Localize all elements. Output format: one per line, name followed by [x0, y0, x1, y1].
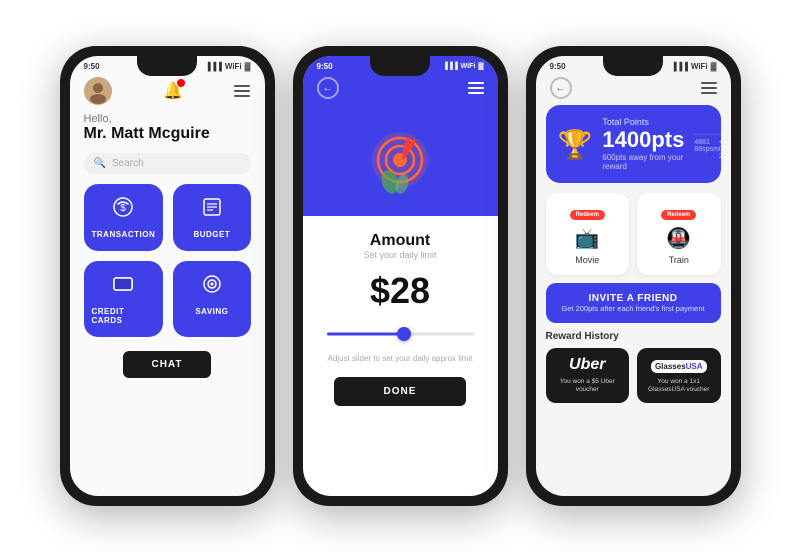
phone-3-header: ←: [536, 73, 731, 105]
transaction-label: TRANSACTION: [92, 230, 156, 239]
slider-hint: Adjust slider to set your daily approx l…: [317, 354, 484, 363]
phone-3-screen: 9:50 ▐▐▐ WiFi ▓ ← 🏆 Total Points: [536, 56, 731, 496]
invite-friend-button[interactable]: INVITE A FRIEND Get 200pts after each fr…: [546, 283, 721, 323]
points-sub: 600pts away from your reward: [602, 153, 684, 171]
back-button-3[interactable]: ←: [550, 77, 572, 99]
phone-2: 9:50 ▐▐▐ WiFi ▓ ←: [293, 46, 508, 506]
greeting-hello: Hello,: [84, 113, 251, 125]
redeem-row: Redeem 📺 Movie Redeem 🚇 Train: [536, 193, 731, 283]
invite-subtitle: Get 200pts after each friend's first pay…: [556, 304, 711, 313]
train-icon: 🚇: [647, 226, 711, 251]
battery-icon-3: ▓: [711, 62, 717, 71]
credit-cards-button[interactable]: CREDIT CARDS: [84, 261, 164, 337]
glasses-reward-card[interactable]: GlassesUSA You won a 1x1 GlassesUSA vouc…: [637, 348, 721, 403]
target-illustration: [303, 107, 498, 216]
phone-2-header: ←: [303, 73, 498, 107]
status-icons-3: ▐▐▐ WiFi ▓: [671, 62, 717, 71]
points-value: 1400pts: [602, 127, 684, 153]
saving-icon: [201, 273, 223, 301]
invite-title: INVITE A FRIEND: [556, 293, 711, 304]
reward-history-title: Reward History: [546, 331, 721, 342]
notch-1: [137, 56, 197, 76]
phone-3: 9:50 ▐▐▐ WiFi ▓ ← 🏆 Total Points: [526, 46, 741, 506]
signal-icon-2: ▐▐▐: [443, 63, 458, 70]
notch-2: [370, 56, 430, 76]
status-icons-1: ▐▐▐ WiFi ▓: [205, 62, 251, 71]
credit-cards-icon: [112, 273, 134, 301]
menu-icon-2[interactable]: [468, 82, 484, 94]
slider-thumb[interactable]: [397, 327, 411, 341]
saving-label: SAVING: [195, 307, 228, 316]
glasses-usa-logo: GlassesUSA: [651, 360, 707, 373]
grid-buttons: $ TRANSACTION B: [70, 184, 265, 337]
transaction-icon: $: [112, 196, 134, 224]
reward-cards: Uber You won a $5 Uber voucher GlassesUS…: [546, 348, 721, 403]
phones-container: 9:50 ▐▐▐ WiFi ▓ 🔔: [0, 0, 800, 552]
points-info: Total Points 1400pts 600pts away from yo…: [602, 117, 684, 171]
menu-icon-3[interactable]: [701, 82, 717, 94]
chat-button[interactable]: CHAT: [123, 351, 210, 378]
search-icon: 🔍: [94, 158, 106, 169]
signal-icon-1: ▐▐▐: [205, 62, 222, 71]
redeem-train-badge: Redeem: [661, 210, 696, 220]
notification-icon[interactable]: 🔔: [163, 81, 183, 101]
notification-badge: [177, 79, 185, 87]
phone-1: 9:50 ▐▐▐ WiFi ▓ 🔔: [60, 46, 275, 506]
svg-text:$: $: [121, 203, 127, 214]
hamburger-menu-icon[interactable]: [234, 85, 250, 97]
uber-logo: Uber: [554, 356, 622, 374]
uber-reward-text: You won a $5 Uber voucher: [554, 378, 622, 395]
time-2: 9:50: [317, 62, 333, 71]
amount-value: $28: [317, 270, 484, 312]
status-icons-2: ▐▐▐ WiFi ▓: [443, 63, 484, 70]
wifi-icon-3: WiFi: [691, 62, 708, 71]
battery-icon-1: ▓: [245, 62, 251, 71]
points-label: Total Points: [602, 117, 684, 127]
amount-slider[interactable]: [327, 324, 474, 344]
train-label: Train: [647, 255, 711, 265]
battery-icon-2: ▓: [478, 63, 483, 70]
notch-3: [603, 56, 663, 76]
budget-button[interactable]: BUDGET: [173, 184, 250, 251]
card-expiry: +44 0987 2311: [719, 139, 731, 160]
search-bar[interactable]: 🔍 Search: [84, 153, 251, 174]
reward-history: Reward History Uber You won a $5 Uber vo…: [536, 331, 731, 403]
saving-button[interactable]: SAVING: [173, 261, 250, 337]
time-1: 9:50: [84, 62, 100, 71]
card-number: 4881 88spsm: [694, 139, 719, 160]
wifi-icon-2: WiFi: [461, 63, 476, 70]
movie-label: Movie: [556, 255, 620, 265]
done-button[interactable]: DONE: [334, 377, 467, 406]
movie-icon: 📺: [556, 226, 620, 251]
greeting: Hello, Mr. Matt Mcguire: [70, 113, 265, 149]
amount-title: Amount: [317, 232, 484, 250]
redeem-train-card[interactable]: Redeem 🚇 Train: [637, 193, 721, 275]
phone-2-screen: 9:50 ▐▐▐ WiFi ▓ ←: [303, 56, 498, 496]
points-card-footer: 4881 88spsm +44 0987 2311: [694, 134, 730, 160]
transaction-button[interactable]: $ TRANSACTION: [84, 184, 164, 251]
points-card: 🏆 Total Points 1400pts 600pts away from …: [546, 105, 721, 183]
target-svg: [360, 122, 440, 202]
avatar[interactable]: [84, 77, 112, 105]
time-3: 9:50: [550, 62, 566, 71]
greeting-name: Mr. Matt Mcguire: [84, 125, 251, 143]
budget-label: BUDGET: [193, 230, 230, 239]
phone-2-bottom: Amount Set your daily limit $28 Adjust s…: [303, 216, 498, 422]
amount-subtitle: Set your daily limit: [317, 250, 484, 260]
uber-reward-card[interactable]: Uber You won a $5 Uber voucher: [546, 348, 630, 403]
redeem-movie-badge: Redeem: [570, 210, 605, 220]
glasses-reward-text: You won a 1x1 GlassesUSA voucher: [645, 378, 713, 395]
wifi-icon-1: WiFi: [225, 62, 242, 71]
credit-cards-label: CREDIT CARDS: [92, 307, 156, 325]
phone-1-header: 🔔: [70, 73, 265, 113]
budget-icon: [201, 196, 223, 224]
search-placeholder: Search: [112, 158, 144, 169]
slider-fill: [327, 333, 408, 336]
signal-icon-3: ▐▐▐: [671, 62, 688, 71]
phone-1-screen: 9:50 ▐▐▐ WiFi ▓ 🔔: [70, 56, 265, 496]
trophy-icon: 🏆: [558, 128, 593, 161]
back-button[interactable]: ←: [317, 77, 339, 99]
redeem-movie-card[interactable]: Redeem 📺 Movie: [546, 193, 630, 275]
phone-2-top: 9:50 ▐▐▐ WiFi ▓ ←: [303, 56, 498, 216]
